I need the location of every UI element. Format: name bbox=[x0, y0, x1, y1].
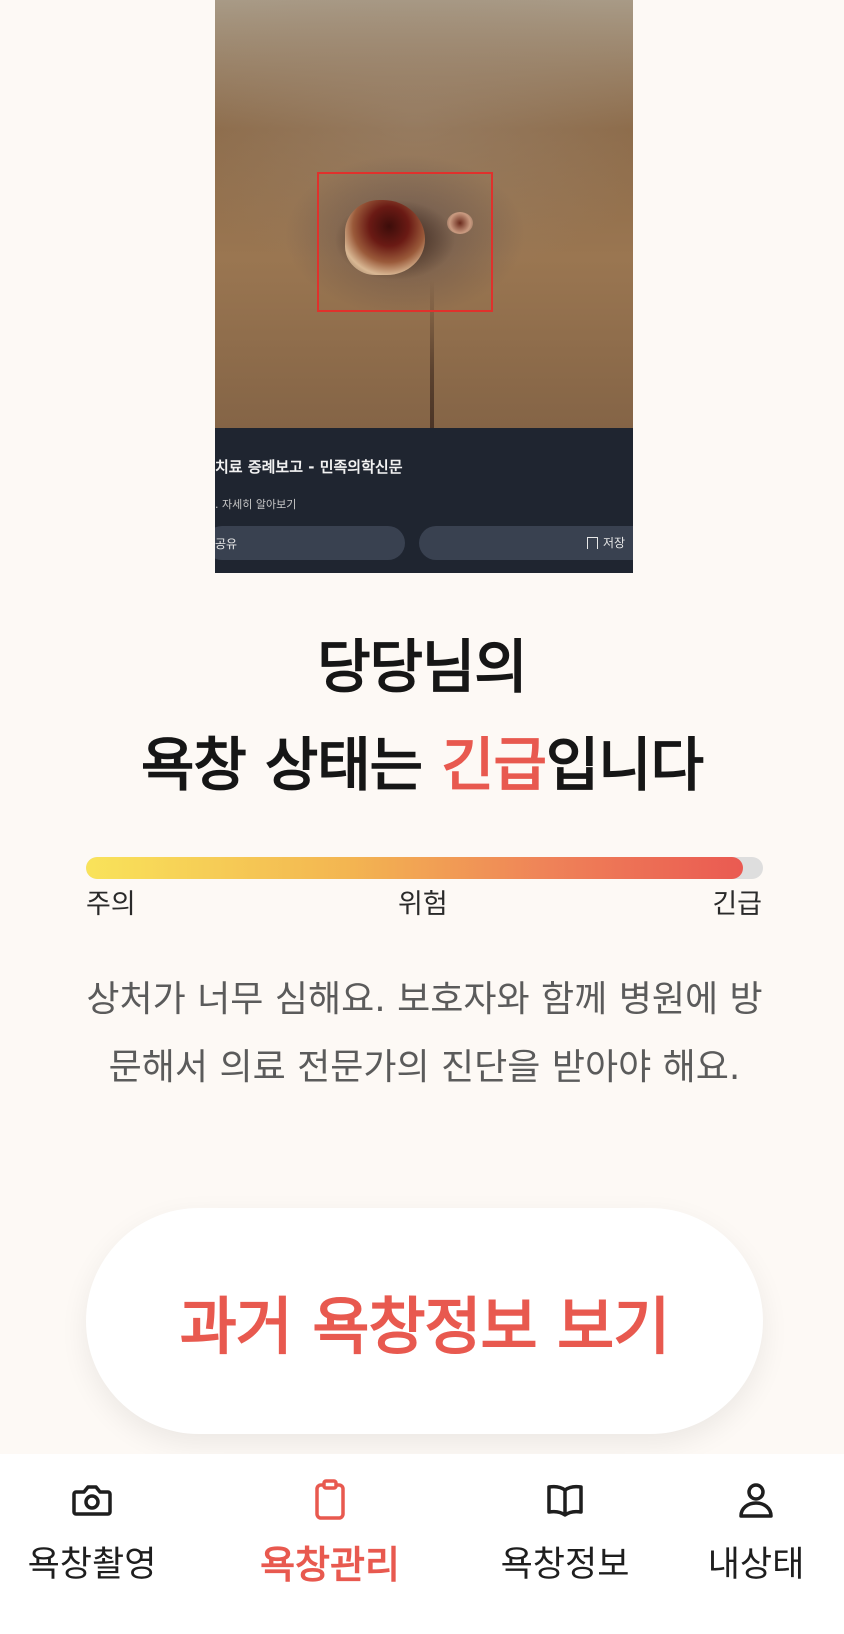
severity-label-urgent: 긴급 bbox=[712, 889, 762, 920]
result-headline: 당당님의 욕창 상태는 긴급입니다 bbox=[0, 618, 844, 814]
severity-bar-fill bbox=[86, 857, 743, 879]
severity-bar-track bbox=[86, 857, 763, 879]
nav-item-manage[interactable]: 욕창관리 bbox=[240, 1476, 420, 1606]
user-icon bbox=[739, 1483, 773, 1518]
photo-share-label: 공유 bbox=[215, 537, 238, 551]
camera-icon bbox=[72, 1485, 112, 1516]
book-icon bbox=[547, 1484, 583, 1517]
nav-item-info[interactable]: 욕창정보 bbox=[475, 1476, 655, 1606]
nav-item-capture[interactable]: 욕창촬영 bbox=[2, 1476, 182, 1606]
pressure-ulcer-result-screen: 치료 증례보고 - 민족의학신문 . 자세히 알아보기 공유 저장 당당님의 욕… bbox=[0, 0, 844, 1634]
wound-photo: 치료 증례보고 - 민족의학신문 . 자세히 알아보기 공유 저장 bbox=[215, 0, 633, 573]
clipboard-icon bbox=[315, 1479, 345, 1520]
result-headline-name: 당당님의 bbox=[317, 633, 527, 701]
nav-label-info: 욕창정보 bbox=[500, 1545, 630, 1585]
bottom-nav: 욕창촬영 욕창관리 욕창정보 내상태 bbox=[0, 1454, 844, 1634]
photo-caption-link: . 자세히 알아보기 bbox=[215, 498, 297, 511]
result-status-badge: 긴급 bbox=[441, 731, 547, 799]
nav-label-capture: 욕창촬영 bbox=[27, 1545, 157, 1585]
photo-caption-overlay: 치료 증례보고 - 민족의학신문 . 자세히 알아보기 공유 저장 bbox=[215, 428, 633, 573]
photo-save-label-wrap: 저장 bbox=[587, 534, 625, 551]
nav-label-my-status: 내상태 bbox=[707, 1545, 805, 1585]
result-headline-status-line: 욕창 상태는 긴급입니다 bbox=[0, 716, 844, 814]
view-history-button[interactable]: 과거 욕창정보 보기 bbox=[86, 1208, 763, 1434]
bookmark-icon bbox=[587, 537, 598, 549]
result-status-prefix: 욕창 상태는 bbox=[140, 731, 442, 799]
photo-caption-title: 치료 증례보고 - 민족의학신문 bbox=[215, 458, 403, 476]
nav-item-my-status[interactable]: 내상태 bbox=[666, 1476, 844, 1606]
photo-save-label: 저장 bbox=[603, 536, 626, 550]
severity-label-danger: 위험 bbox=[398, 889, 448, 920]
nav-label-manage: 욕창관리 bbox=[260, 1543, 400, 1587]
result-description: 상처가 너무 심해요. 보호자와 함께 병원에 방문해서 의료 전문가의 진단을… bbox=[86, 979, 763, 1088]
result-status-suffix: 입니다 bbox=[545, 731, 704, 799]
photo-save-pill: 저장 bbox=[419, 526, 633, 560]
severity-label-caution: 주의 bbox=[86, 889, 136, 920]
photo-share-pill: 공유 bbox=[215, 526, 405, 560]
detection-box bbox=[317, 172, 493, 312]
